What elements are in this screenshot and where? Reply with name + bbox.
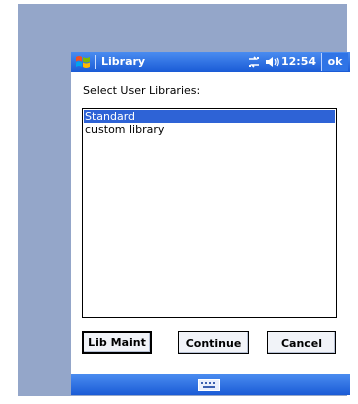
speaker-icon[interactable]	[264, 55, 280, 69]
lib-maint-button[interactable]: Lib Maint	[82, 331, 152, 354]
clock[interactable]: 12:54	[281, 54, 316, 70]
emulator-frame: Library 12:54 ok Select User Libraries: …	[18, 4, 350, 396]
window-title: Library	[101, 55, 146, 68]
list-item-standard[interactable]: Standard	[84, 110, 335, 123]
continue-button[interactable]: Continue	[178, 331, 249, 354]
windows-flag-icon[interactable]	[75, 54, 91, 70]
libraries-prompt: Select User Libraries:	[83, 84, 201, 97]
title-bar: Library 12:54 ok	[71, 52, 350, 72]
keyboard-icon[interactable]	[198, 379, 220, 391]
list-item-custom-library[interactable]: custom library	[84, 123, 335, 136]
title-separator	[95, 55, 96, 69]
cancel-button[interactable]: Cancel	[267, 331, 336, 354]
device-screen: Library 12:54 ok Select User Libraries: …	[71, 52, 350, 395]
library-list[interactable]: Standard custom library	[82, 108, 337, 318]
menu-bar	[71, 374, 350, 395]
ok-button[interactable]: ok	[321, 53, 348, 71]
connectivity-icon[interactable]	[247, 55, 261, 69]
